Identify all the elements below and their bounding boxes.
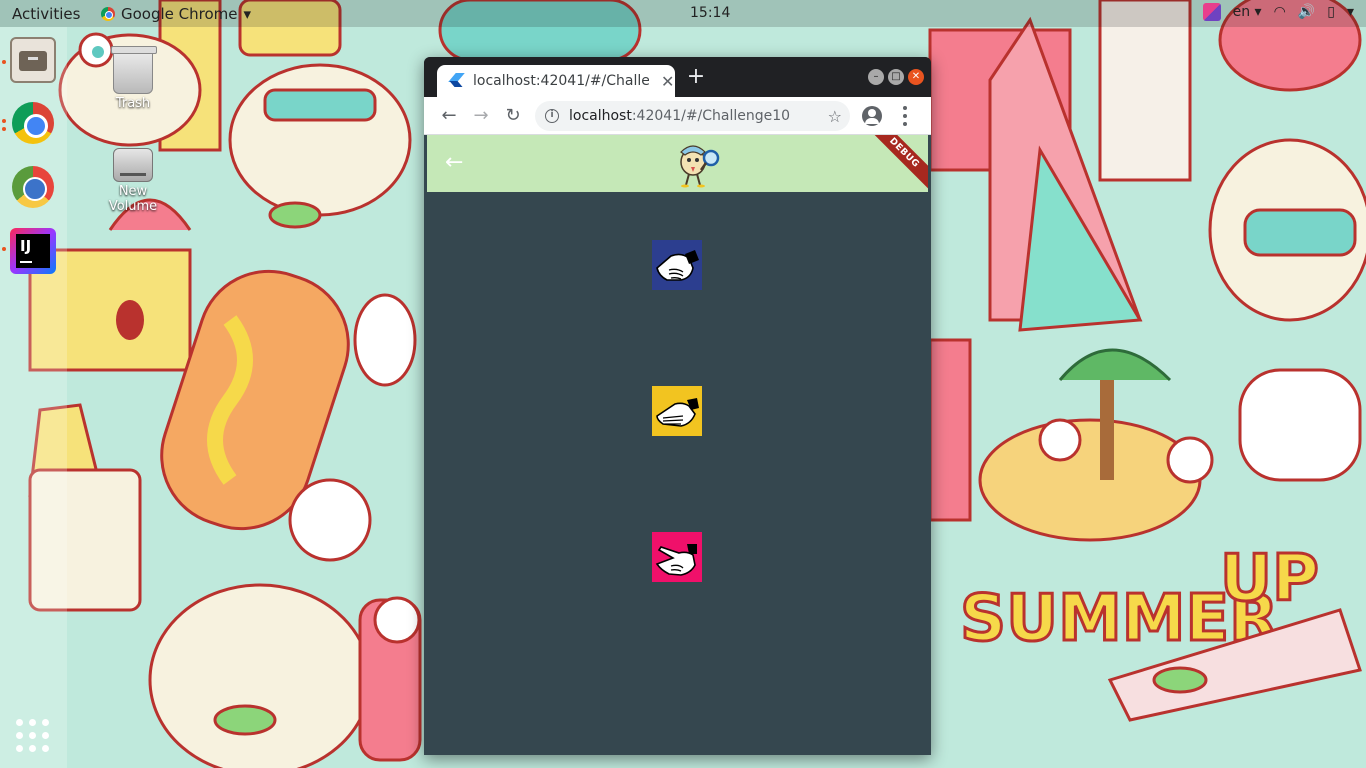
chrome-icon [101,7,115,21]
profile-avatar-icon[interactable] [862,106,882,126]
running-indicator [2,127,6,131]
url-host: localhost [569,108,632,124]
url-path: :42041/#/Challenge10 [631,108,791,124]
app-menu[interactable]: Google Chrome ▾ [101,5,251,23]
running-indicator [2,60,6,64]
battery-icon[interactable]: ▯ [1327,4,1335,20]
close-window-button[interactable]: ✕ [908,69,924,85]
trash-icon [111,46,157,94]
chrome-menu-button[interactable] [898,106,912,126]
browser-toolbar: ← → ↻ i localhost:42041/#/Challenge10 ☆ [424,97,931,135]
minimize-button[interactable]: – [868,69,884,85]
reload-button[interactable]: ↻ [502,105,524,127]
volume-desktop-icon[interactable]: New Volume [98,142,168,214]
toolbox-app-icon[interactable] [1202,3,1221,21]
app-back-icon[interactable]: ← [445,150,463,175]
volume-label: New Volume [108,184,158,214]
wifi-icon[interactable]: ◠ [1274,4,1286,20]
rock-choice-button[interactable] [652,240,702,290]
chevron-down-icon[interactable]: ▾ [1347,4,1354,20]
forward-button[interactable]: → [470,105,492,127]
trash-desktop-icon[interactable]: Trash [98,46,168,111]
intellij-app-icon[interactable]: IJ [10,228,56,274]
scissors-hand-icon [655,544,697,576]
chevron-down-icon: ▾ [243,5,252,23]
detective-logo-icon [680,145,720,188]
scissors-choice-button[interactable] [652,532,702,582]
paper-hand-icon [656,398,699,427]
app-bar: ← [427,135,928,192]
maximize-button[interactable]: □ [888,69,904,85]
paper-choice-button[interactable] [652,386,702,436]
gnome-top-bar: Activities Google Chrome ▾ 15:14 en ▾ ◠ … [0,0,1366,27]
info-icon[interactable]: i [545,109,559,123]
close-tab-icon[interactable]: ✕ [661,72,674,91]
files-app-icon[interactable] [10,37,56,83]
drive-icon [113,148,153,182]
tab-title: localhost:42041/#/Challe [473,73,649,89]
new-tab-button[interactable]: + [686,66,706,88]
running-indicator [2,247,6,251]
chromium-app-icon[interactable] [10,164,56,210]
svg-text:UP: UP [1220,542,1319,616]
bookmark-star-icon[interactable]: ☆ [828,107,842,126]
running-indicator [2,119,6,123]
language-indicator[interactable]: en ▾ [1233,4,1262,20]
dock: IJ [0,27,67,768]
browser-tab[interactable]: localhost:42041/#/Challe ✕ [437,65,675,97]
flutter-favicon-icon [449,73,463,89]
trash-label: Trash [115,96,151,111]
app-body [427,192,928,755]
system-tray: en ▾ ◠ 🔊 ▯ ▾ [1202,3,1354,21]
address-bar[interactable]: i localhost:42041/#/Challenge10 ☆ [535,101,850,131]
back-button[interactable]: ← [438,105,460,127]
app-menu-label: Google Chrome [121,5,238,23]
language-label: en [1232,4,1251,20]
tab-strip: localhost:42041/#/Challe ✕ + – □ ✕ [424,57,931,97]
volume-icon[interactable]: 🔊 [1298,4,1315,20]
chrome-app-icon[interactable] [10,100,56,146]
url-text: localhost:42041/#/Challenge10 [569,108,790,124]
activities-button[interactable]: Activities [12,5,80,23]
clock[interactable]: 15:14 [690,5,730,21]
rock-hand-icon [656,250,699,281]
chrome-window: localhost:42041/#/Challe ✕ + – □ ✕ ← → ↻… [424,57,931,755]
show-applications-icon[interactable] [16,719,50,753]
